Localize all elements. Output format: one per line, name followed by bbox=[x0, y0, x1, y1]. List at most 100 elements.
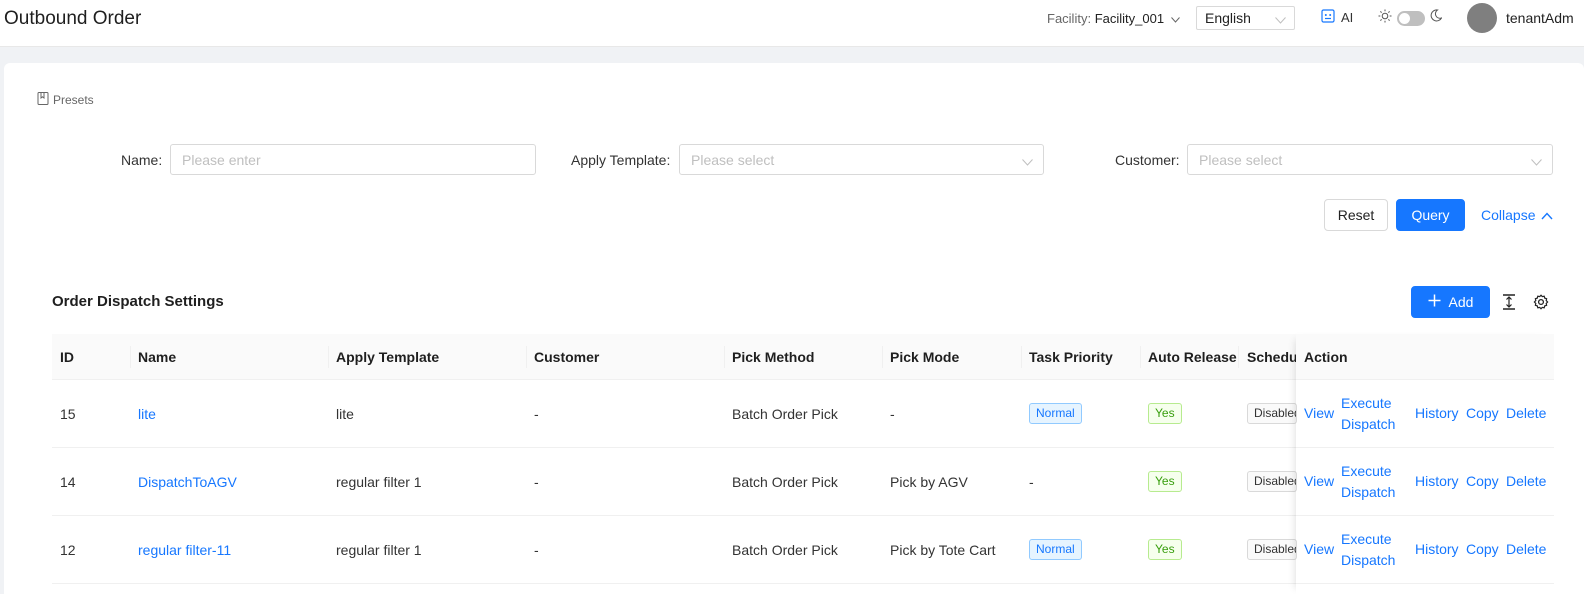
username[interactable]: tenantAdm bbox=[1506, 10, 1574, 26]
language-value: English bbox=[1205, 10, 1251, 26]
view-link[interactable]: View bbox=[1304, 539, 1334, 560]
top-header: Outbound Order Facility: Facility_001 En… bbox=[0, 0, 1584, 47]
collapse-button[interactable]: Collapse bbox=[1481, 207, 1554, 223]
column-header-action: Action bbox=[1304, 349, 1348, 365]
execute-dispatch-link[interactable]: Execute Dispatch bbox=[1341, 529, 1395, 571]
dispatch-label: Dispatch bbox=[1341, 416, 1396, 432]
cell-pick-method: Batch Order Pick bbox=[732, 406, 838, 422]
column-divider bbox=[130, 346, 131, 368]
table-row: 15 lite lite - Batch Order Pick - Normal… bbox=[52, 380, 1554, 448]
cell-template: regular filter 1 bbox=[336, 542, 422, 558]
bookmark-icon bbox=[37, 92, 49, 108]
ai-button[interactable]: AI bbox=[1321, 9, 1353, 26]
chevron-down-icon bbox=[1275, 11, 1286, 27]
column-header-name: Name bbox=[138, 349, 177, 365]
collapse-label: Collapse bbox=[1481, 207, 1536, 223]
cell-name-link[interactable]: DispatchToAGV bbox=[138, 474, 237, 490]
column-header-pick-mode: Pick Mode bbox=[890, 349, 960, 365]
presets-button[interactable]: Presets bbox=[37, 92, 94, 108]
column-header-auto-release: Auto Release bbox=[1148, 349, 1237, 365]
robot-icon bbox=[1321, 9, 1335, 26]
copy-link[interactable]: Copy bbox=[1466, 471, 1499, 492]
dispatch-label: Dispatch bbox=[1341, 552, 1396, 568]
auto-release-tag: Yes bbox=[1148, 403, 1182, 424]
auto-release-tag: Yes bbox=[1148, 539, 1182, 560]
add-button[interactable]: Add bbox=[1411, 286, 1490, 318]
avatar[interactable] bbox=[1467, 3, 1497, 33]
priority-tag: Normal bbox=[1029, 539, 1082, 560]
gear-icon[interactable] bbox=[1533, 294, 1549, 313]
template-filter-label: Apply Template: bbox=[571, 152, 671, 168]
chevron-down-icon bbox=[1170, 14, 1180, 26]
column-height-icon[interactable] bbox=[1502, 294, 1516, 313]
cell-customer: - bbox=[534, 474, 539, 490]
column-divider bbox=[1021, 346, 1022, 368]
section-title: Order Dispatch Settings bbox=[52, 293, 224, 310]
cell-id: 12 bbox=[60, 542, 76, 558]
moon-icon bbox=[1430, 9, 1443, 25]
history-link[interactable]: History bbox=[1415, 539, 1459, 560]
copy-link[interactable]: Copy bbox=[1466, 403, 1499, 424]
language-select[interactable]: English bbox=[1196, 6, 1295, 30]
column-header-template: Apply Template bbox=[336, 349, 440, 365]
add-label: Add bbox=[1448, 294, 1474, 310]
delete-link[interactable]: Delete bbox=[1506, 471, 1546, 492]
table-row: 12 regular filter-11 regular filter 1 - … bbox=[52, 516, 1554, 584]
cell-pick-method: Batch Order Pick bbox=[732, 542, 838, 558]
customer-filter-label: Customer: bbox=[1115, 152, 1180, 168]
chevron-up-icon bbox=[1541, 207, 1554, 223]
cell-pick-mode: Pick by Tote Cart bbox=[890, 542, 996, 558]
column-divider bbox=[526, 346, 527, 368]
cell-id: 14 bbox=[60, 474, 76, 490]
column-divider bbox=[724, 346, 725, 368]
cell-name-link[interactable]: regular filter-11 bbox=[138, 542, 231, 558]
chevron-down-icon bbox=[1531, 153, 1542, 169]
name-filter-label: Name: bbox=[121, 152, 163, 168]
facility-selector[interactable]: Facility: Facility_001 bbox=[1047, 11, 1180, 26]
execute-label: Execute bbox=[1341, 395, 1392, 411]
facility-value: Facility_001 bbox=[1094, 11, 1165, 26]
cell-pick-method: Batch Order Pick bbox=[732, 474, 838, 490]
column-header-customer: Customer bbox=[534, 349, 600, 365]
column-header-priority: Task Priority bbox=[1029, 349, 1113, 365]
facility-label: Facility: bbox=[1047, 11, 1092, 26]
view-link[interactable]: View bbox=[1304, 471, 1334, 492]
column-divider bbox=[1238, 346, 1239, 368]
copy-link[interactable]: Copy bbox=[1466, 539, 1499, 560]
view-link[interactable]: View bbox=[1304, 403, 1334, 424]
sun-icon bbox=[1378, 9, 1392, 26]
template-select[interactable]: Please select bbox=[679, 144, 1044, 175]
table-row: 14 DispatchToAGV regular filter 1 - Batc… bbox=[52, 448, 1554, 516]
template-placeholder: Please select bbox=[691, 152, 775, 168]
execute-label: Execute bbox=[1341, 463, 1392, 479]
cell-name-link[interactable]: lite bbox=[138, 406, 156, 422]
history-link[interactable]: History bbox=[1415, 471, 1459, 492]
presets-label: Presets bbox=[53, 93, 94, 107]
reset-button[interactable]: Reset bbox=[1324, 199, 1388, 231]
schedule-tag: Disabled bbox=[1247, 471, 1297, 492]
execute-dispatch-link[interactable]: Execute Dispatch bbox=[1341, 393, 1395, 435]
execute-dispatch-link[interactable]: Execute Dispatch bbox=[1341, 461, 1395, 503]
column-header-pick-method: Pick Method bbox=[732, 349, 815, 365]
schedule-tag: Disabled bbox=[1247, 403, 1297, 424]
cell-pick-mode: - bbox=[890, 406, 895, 422]
column-divider bbox=[1140, 346, 1141, 368]
plus-icon bbox=[1428, 294, 1441, 310]
cell-pick-mode: Pick by AGV bbox=[890, 474, 968, 490]
cell-customer: - bbox=[534, 542, 539, 558]
column-header-schedule: Schedul bbox=[1247, 349, 1296, 365]
name-input[interactable] bbox=[170, 144, 536, 175]
customer-select[interactable]: Please select bbox=[1187, 144, 1553, 175]
toggle-knob bbox=[1399, 13, 1410, 24]
delete-link[interactable]: Delete bbox=[1506, 403, 1546, 424]
chevron-down-icon bbox=[1022, 153, 1033, 169]
cell-template: lite bbox=[336, 406, 354, 422]
query-button[interactable]: Query bbox=[1396, 199, 1465, 231]
column-divider bbox=[328, 346, 329, 368]
dispatch-label: Dispatch bbox=[1341, 484, 1396, 500]
schedule-tag: Disabled bbox=[1247, 539, 1297, 560]
delete-link[interactable]: Delete bbox=[1506, 539, 1546, 560]
priority-tag: Normal bbox=[1029, 403, 1082, 424]
theme-toggle[interactable] bbox=[1397, 11, 1425, 26]
history-link[interactable]: History bbox=[1415, 403, 1459, 424]
